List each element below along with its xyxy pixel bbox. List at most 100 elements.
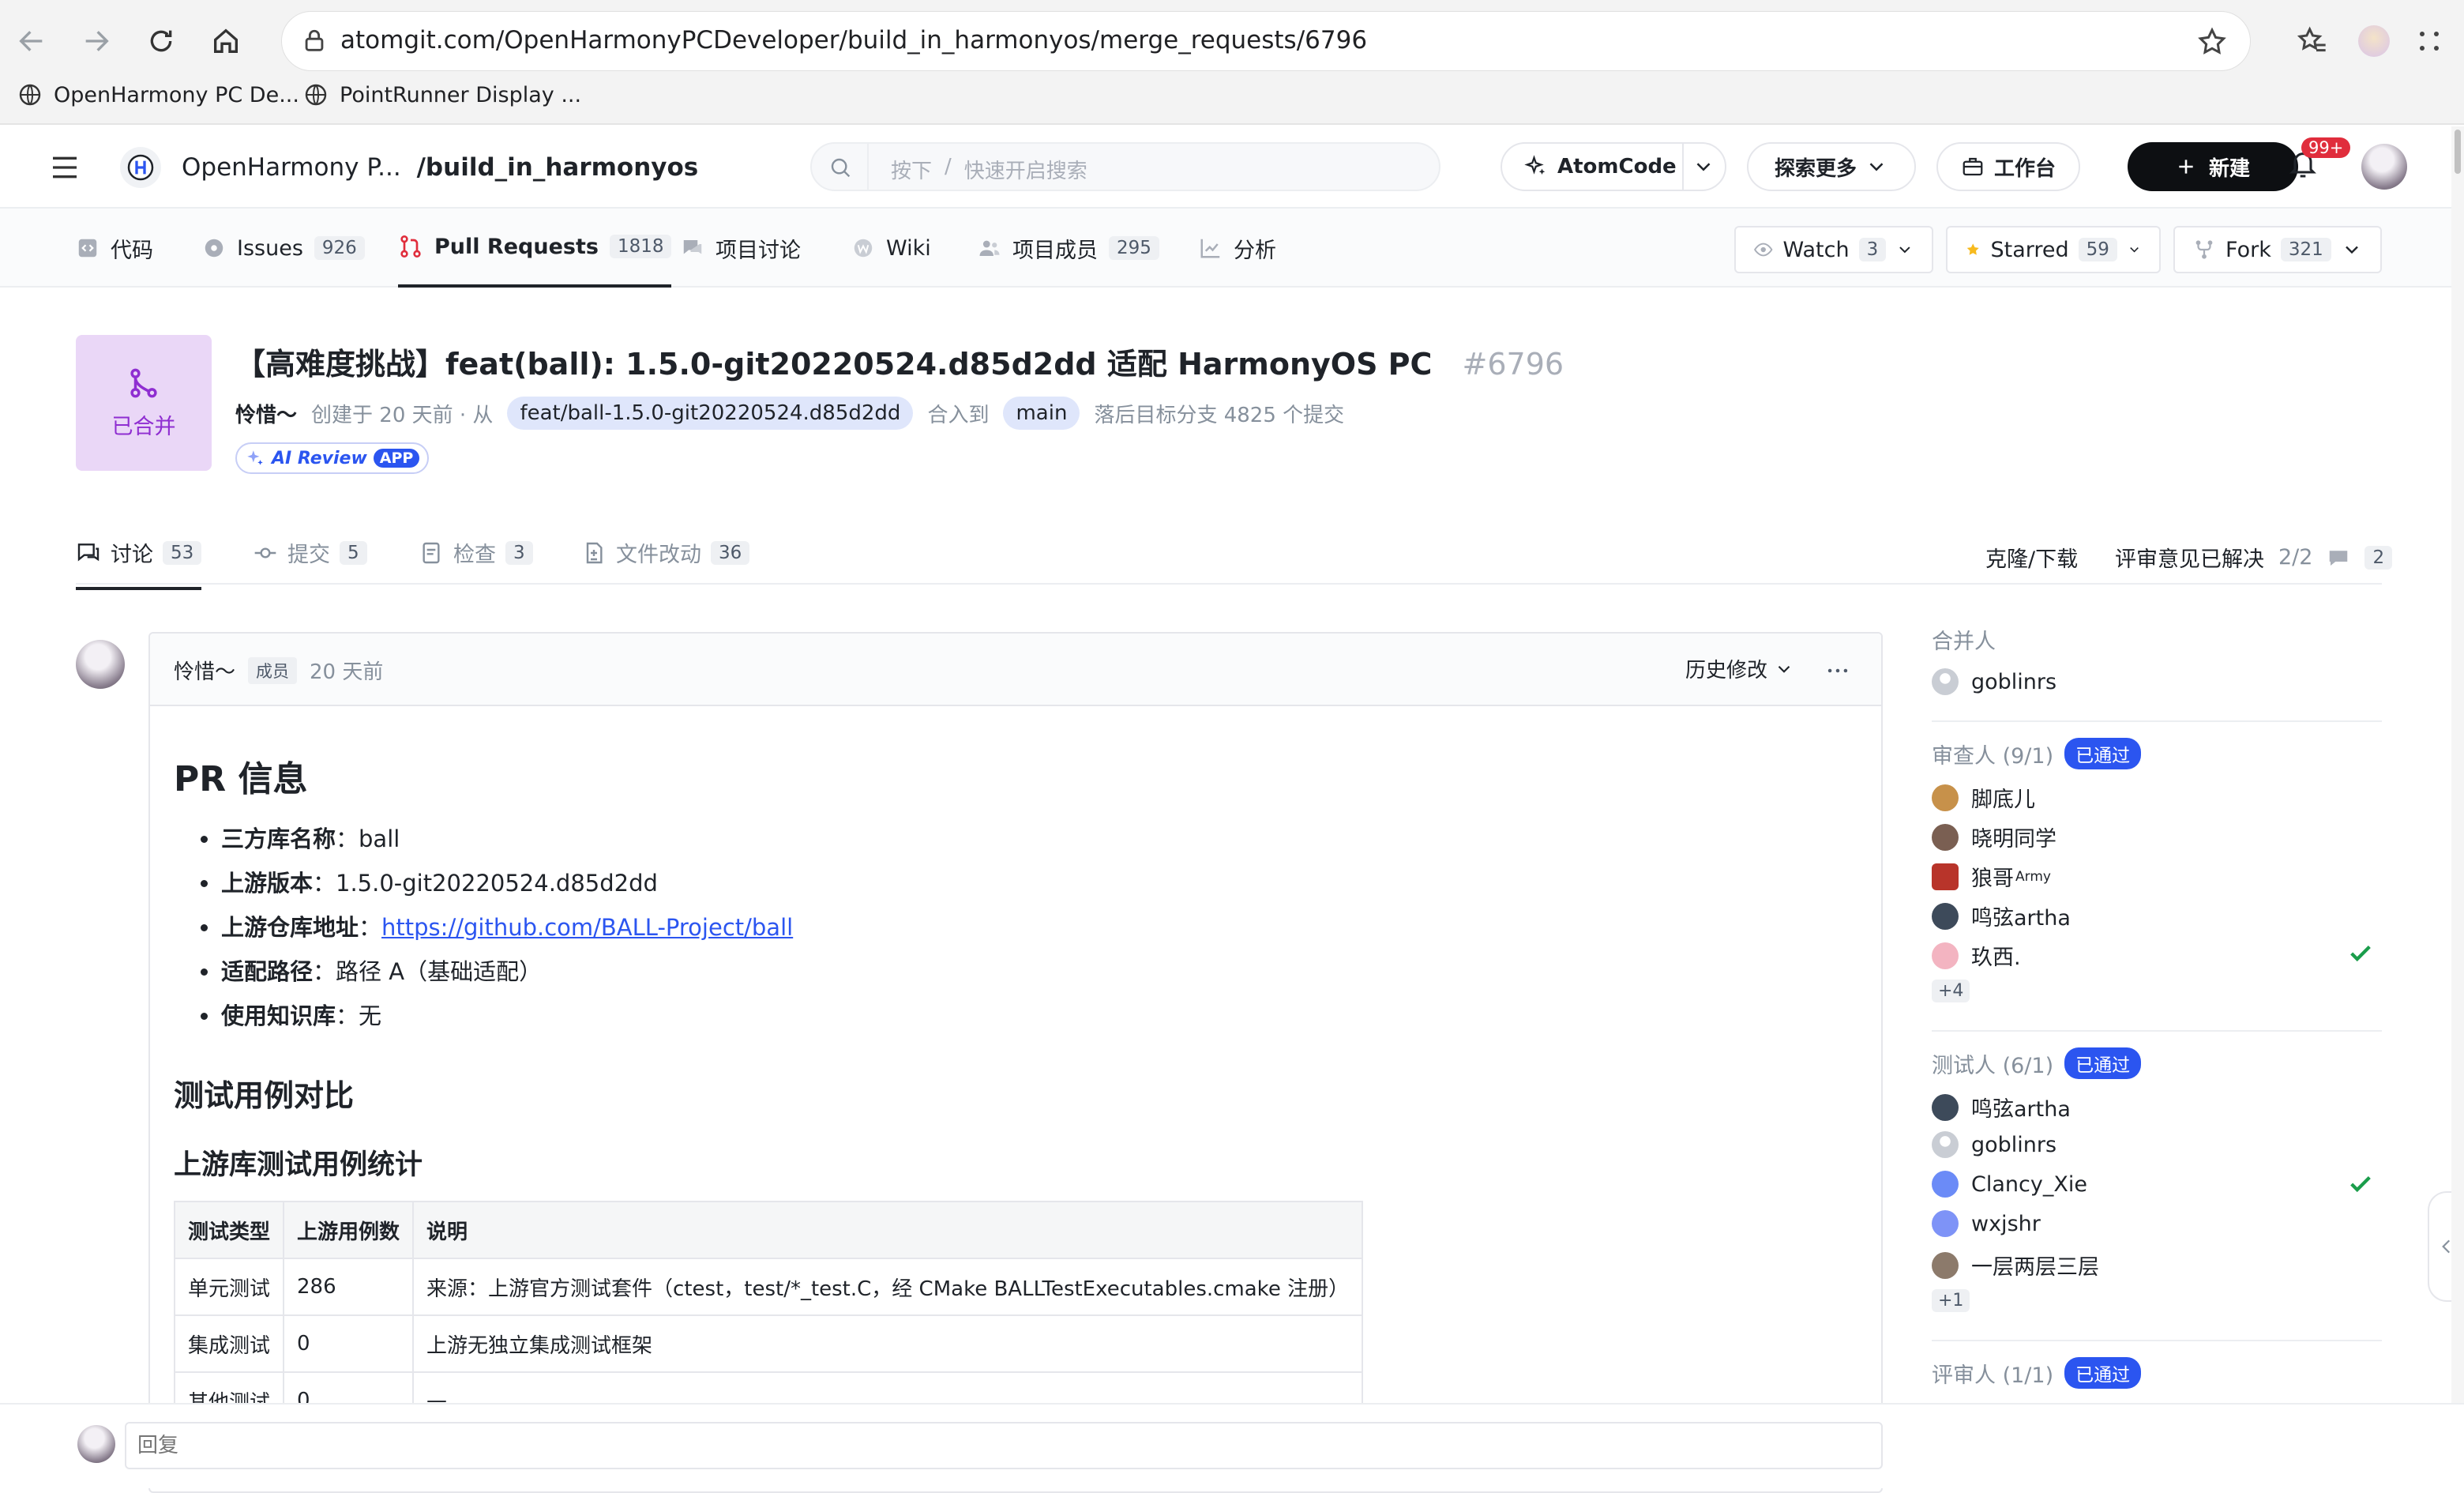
search-input[interactable]: 按下 / 快速开启搜索 (810, 142, 1440, 191)
search-placeholder: 快速开启搜索 (963, 160, 1087, 183)
tester-user[interactable]: 一层两层三层 (1932, 1250, 2099, 1281)
tab-label: 项目成员 (1012, 238, 1098, 263)
tab-files-changed[interactable]: 文件改动 36 (581, 537, 750, 568)
review-resolved[interactable]: 评审意见已解决 2/2 2 (2115, 542, 2393, 573)
chevron-down-icon (2130, 247, 2139, 253)
table-row: 单元测试 286 来源：上游官方测试套件（ctest，test/*_test.C… (173, 1258, 1364, 1316)
more-options-icon[interactable] (1824, 657, 1851, 684)
reviewer-user[interactable]: 晓明同学 (1932, 822, 2056, 852)
back-icon[interactable] (8, 17, 55, 65)
reviewer-user[interactable]: 鸣弦artha (1932, 901, 2071, 931)
reply-input[interactable] (125, 1422, 1883, 1469)
heading-test-compare: 测试用例对比 (174, 1078, 355, 1113)
reviewer-user[interactable]: 玖西. (1932, 940, 2021, 971)
menu-icon[interactable] (49, 152, 81, 183)
star-bookmark-icon[interactable] (2196, 26, 2228, 58)
user-avatar[interactable] (2361, 144, 2407, 190)
list-item: 三方库名称：ball (174, 817, 793, 861)
browser-chrome: atomgit.com/OpenHarmonyPCDeveloper/build… (0, 0, 2464, 125)
tester-user[interactable]: Clancy_Xie (1932, 1171, 2087, 1198)
forward-icon[interactable] (73, 17, 120, 65)
tab-commits[interactable]: 提交 5 (253, 537, 367, 568)
approved-badge: 已通过 (2064, 738, 2142, 769)
avatar (1932, 1210, 1959, 1237)
tab-label: Wiki (886, 235, 931, 261)
fork-label: Fork (2225, 237, 2271, 262)
home-icon[interactable] (202, 17, 250, 65)
tab-members[interactable]: 项目成员 295 (978, 209, 1159, 288)
site-info-icon[interactable] (301, 28, 328, 55)
fork-button[interactable]: Fork 321 (2173, 226, 2382, 273)
pr-author-link[interactable]: 怜惜～ (235, 399, 297, 428)
author-avatar[interactable] (76, 640, 125, 689)
chevron-down-icon[interactable] (1692, 155, 1715, 179)
chart-icon (1200, 239, 1220, 258)
profile-avatar-icon[interactable] (2350, 17, 2398, 65)
tab-code[interactable]: 代码 (76, 209, 153, 288)
reviewer-user[interactable]: 脚底儿 (1932, 782, 2035, 813)
apps-grid-icon[interactable] (2406, 17, 2453, 65)
new-button[interactable]: 新建 (2128, 142, 2298, 191)
pr-info-list: 三方库名称：ball 上游版本：1.5.0-git20220524.d85d2d… (174, 817, 793, 1038)
tab-checks[interactable]: 检查 3 (419, 537, 533, 568)
pr-created: 创建于 20 天前 · 从 (311, 403, 494, 427)
user-name: 鸣弦artha (1971, 906, 2071, 931)
comment-time: 20 天前 (310, 660, 384, 684)
merged-status-badge: 已合并 (76, 335, 212, 471)
scrollbar-thumb[interactable] (2455, 130, 2461, 174)
comment-icon (2330, 550, 2348, 566)
upstream-repo-link[interactable]: https://github.com/BALL-Project/ball (381, 914, 793, 941)
tab-wiki[interactable]: Wiki (851, 209, 931, 288)
project-logo-icon[interactable] (120, 147, 161, 188)
avatar (1932, 902, 1959, 930)
tab-issues[interactable]: Issues 926 (202, 209, 365, 288)
project-name-link[interactable]: /build_in_harmonyos (417, 153, 699, 182)
globe-icon (19, 84, 41, 106)
favorites-icon[interactable] (2289, 17, 2336, 65)
avatar (1932, 942, 1959, 969)
clone-download-link[interactable]: 克隆/下载 (1985, 542, 2078, 573)
explore-more-button[interactable]: 探索更多 (1747, 142, 1916, 191)
project-owner-link[interactable]: OpenHarmony P... (182, 153, 401, 182)
starred-button[interactable]: Starred 59 (1946, 226, 2161, 273)
chevron-down-icon (1778, 665, 1790, 673)
atomcode-label: AtomCode (1557, 155, 1677, 179)
globe-icon (305, 84, 327, 106)
tester-user[interactable]: wxjshr (1932, 1210, 2041, 1237)
notification-badge: 99+ (2301, 137, 2351, 158)
reload-icon[interactable] (137, 17, 185, 65)
table-cell: 0 (283, 1314, 415, 1373)
merger-user[interactable]: goblinrs (1932, 668, 2056, 695)
tester-user[interactable]: goblinrs (1932, 1131, 2056, 1158)
reviewers-more-badge[interactable]: +4 (1932, 980, 1970, 1002)
tab-discussion[interactable]: 讨论 53 (76, 537, 202, 590)
tab-pull-requests[interactable]: Pull Requests 1818 (398, 209, 672, 288)
source-branch-chip[interactable]: feat/ball-1.5.0-git20220524.d85d2dd (507, 397, 914, 430)
column-header: 上游用例数 (283, 1201, 415, 1259)
target-branch-chip[interactable]: main (1003, 397, 1080, 430)
bookmark-pointrunner[interactable]: PointRunner Display ... (303, 82, 581, 107)
reviewer-user[interactable]: 狼哥 Army (1932, 861, 2051, 892)
tab-label: 文件改动 (616, 543, 701, 567)
avatar (1932, 1251, 1959, 1279)
tab-label: Pull Requests (434, 234, 599, 259)
comment-count: 2 (2364, 545, 2393, 570)
tab-discussions[interactable]: 项目讨论 (681, 209, 801, 288)
page-scrollbar[interactable] (2451, 126, 2464, 1403)
user-name: Clancy_Xie (1971, 1171, 2087, 1197)
watch-button[interactable]: Watch 3 (1734, 226, 1933, 273)
comment-author[interactable]: 怜惜～ (174, 656, 235, 685)
tab-analysis[interactable]: 分析 (1199, 209, 1276, 288)
testers-more-badge[interactable]: +1 (1932, 1289, 1970, 1312)
list-item: 上游仓库地址：https://github.com/BALL-Project/b… (174, 905, 793, 950)
address-bar[interactable]: atomgit.com/OpenHarmonyPCDeveloper/build… (281, 11, 2251, 71)
bookmark-openharmony[interactable]: OpenHarmony PC De... (17, 82, 299, 107)
edit-history-button[interactable]: 历史修改 (1685, 654, 1794, 683)
ai-review-tag[interactable]: AI Review APP (235, 442, 430, 474)
chevron-down-icon (1899, 246, 1910, 254)
tester-user[interactable]: 鸣弦artha (1932, 1092, 2071, 1123)
workbench-button[interactable]: 工作台 (1936, 142, 2080, 191)
user-name: goblinrs (1971, 669, 2057, 694)
atomcode-button[interactable]: AtomCode (1501, 142, 1726, 191)
issue-icon (205, 239, 223, 258)
